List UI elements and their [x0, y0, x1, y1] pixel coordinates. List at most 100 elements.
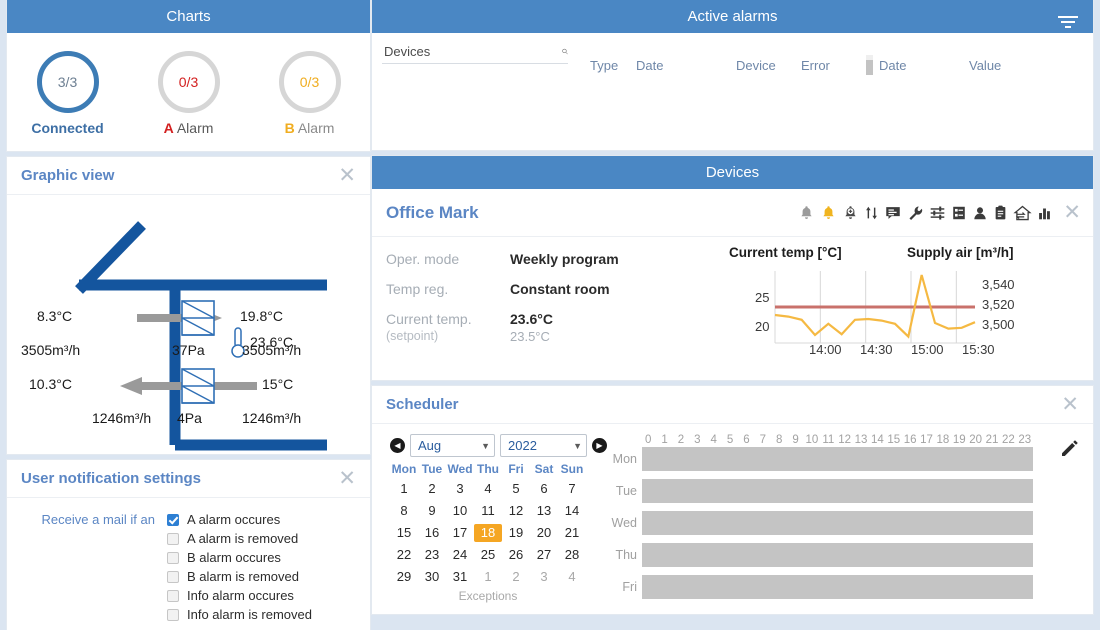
active-alarms-panel: Active alarms: [372, 0, 1093, 150]
calendar-day[interactable]: 12: [502, 502, 530, 520]
calendar-day[interactable]: 21: [558, 524, 586, 542]
comment-icon[interactable]: [884, 204, 902, 222]
edit-pencil-icon[interactable]: [1059, 438, 1079, 461]
timeline-bar[interactable]: [642, 575, 1033, 599]
column-header-value[interactable]: Value: [969, 58, 1001, 73]
filter-icon[interactable]: [1057, 9, 1079, 42]
calendar-day[interactable]: 22: [390, 546, 418, 564]
timeline-hour-label: 6: [738, 434, 754, 446]
next-month-button[interactable]: ▶: [592, 438, 607, 453]
year-select[interactable]: 2022 ▼: [500, 434, 587, 457]
calendar-weeks: 1234567891011121314151617181920212223242…: [390, 480, 607, 586]
calendar-day[interactable]: 30: [418, 568, 446, 586]
prev-month-button[interactable]: ◀: [390, 438, 405, 453]
notification-option[interactable]: A alarm occures: [167, 510, 312, 529]
calendar-day[interactable]: 16: [418, 524, 446, 542]
calendar-day[interactable]: 23: [418, 546, 446, 564]
timeline-bar[interactable]: [642, 479, 1033, 503]
calendar-day[interactable]: 15: [390, 524, 418, 542]
calendar-day[interactable]: 4: [474, 480, 502, 498]
notification-option[interactable]: Info alarm occures: [167, 586, 312, 605]
scrollbar-thumb[interactable]: [866, 55, 873, 75]
calendar-day[interactable]: 13: [530, 502, 558, 520]
device-name: Office Mark: [386, 203, 798, 223]
checkbox-info-alarm-removed[interactable]: [167, 609, 179, 621]
calendar-day[interactable]: 3: [530, 568, 558, 586]
timeline-hour-label: 7: [755, 434, 771, 446]
xtick-1530: 15:30: [962, 342, 995, 357]
server-icon[interactable]: [951, 204, 967, 222]
info-value-current-temp: 23.6°C: [510, 311, 553, 327]
checkbox-a-alarm-occures[interactable]: [167, 514, 179, 526]
month-select[interactable]: Aug ▼: [410, 434, 495, 457]
timeline-bar[interactable]: [642, 543, 1033, 567]
calendar-day[interactable]: 19: [502, 524, 530, 542]
calendar-day[interactable]: 3: [446, 480, 474, 498]
notification-checkbox-list: A alarm occures A alarm is removed B ala…: [167, 510, 312, 624]
column-header-device[interactable]: Device: [736, 58, 801, 73]
calendar-day[interactable]: 10: [446, 502, 474, 520]
notification-option[interactable]: B alarm occures: [167, 548, 312, 567]
calendar-day[interactable]: 24: [446, 546, 474, 564]
calendar-day[interactable]: 31: [446, 568, 474, 586]
notification-option[interactable]: A alarm is removed: [167, 529, 312, 548]
bell-alert-icon[interactable]: [820, 204, 837, 222]
device-search[interactable]: [382, 43, 568, 64]
checkbox-b-alarm-occures[interactable]: [167, 552, 179, 564]
checkbox-b-alarm-removed[interactable]: [167, 571, 179, 583]
sliders-icon[interactable]: [929, 204, 946, 222]
calendar-day[interactable]: 5: [502, 480, 530, 498]
timeline-bar[interactable]: [642, 511, 1033, 535]
gauge-b-alarm[interactable]: 0/3 B Alarm: [260, 51, 360, 136]
gauge-a-alarm[interactable]: 0/3 A Alarm: [139, 51, 239, 136]
calendar-day[interactable]: 2: [418, 480, 446, 498]
calendar-day[interactable]: 9: [418, 502, 446, 520]
calendar-day[interactable]: 2: [502, 568, 530, 586]
ytick-left-20: 20: [755, 319, 769, 334]
notification-option[interactable]: Info alarm is removed: [167, 605, 312, 624]
timeline-day-label: Fri: [607, 580, 642, 594]
calendar-day[interactable]: 8: [390, 502, 418, 520]
notification-option[interactable]: B alarm is removed: [167, 567, 312, 586]
calendar-day[interactable]: 28: [558, 546, 586, 564]
bell-add-icon[interactable]: [842, 204, 859, 222]
calendar-day[interactable]: 18: [474, 524, 502, 542]
calendar-week-row: 891011121314: [390, 502, 607, 520]
calendar-day[interactable]: 14: [558, 502, 586, 520]
gauge-connected[interactable]: 3/3 Connected: [18, 51, 118, 136]
close-icon[interactable]: ✕: [338, 165, 356, 186]
clipboard-icon[interactable]: [993, 204, 1008, 222]
calendar-day[interactable]: 26: [502, 546, 530, 564]
search-input[interactable]: [382, 43, 562, 60]
calendar-day[interactable]: 4: [558, 568, 586, 586]
house-exchange-icon[interactable]: [1013, 204, 1032, 222]
mini-chart-svg: [717, 265, 1077, 370]
column-header-type[interactable]: Type: [590, 58, 636, 73]
close-icon[interactable]: ✕: [338, 468, 356, 489]
calendar-day[interactable]: 11: [474, 502, 502, 520]
calendar-day[interactable]: 27: [530, 546, 558, 564]
calendar-day[interactable]: 1: [390, 480, 418, 498]
checkbox-a-alarm-removed[interactable]: [167, 533, 179, 545]
calendar-day[interactable]: 29: [390, 568, 418, 586]
timeline-rows: MonTueWedThuFri: [607, 446, 1083, 600]
search-icon[interactable]: [562, 44, 568, 59]
calendar-day[interactable]: 20: [530, 524, 558, 542]
calendar-day[interactable]: 1: [474, 568, 502, 586]
sort-updown-icon[interactable]: [864, 204, 879, 222]
wrench-icon[interactable]: [907, 204, 924, 222]
calendar-day[interactable]: 17: [446, 524, 474, 542]
close-icon[interactable]: ✕: [1063, 202, 1081, 223]
timeline-bar[interactable]: [642, 447, 1033, 471]
column-header-date-2[interactable]: Date: [879, 58, 969, 73]
calendar-day[interactable]: 6: [530, 480, 558, 498]
user-icon[interactable]: [972, 204, 988, 222]
close-icon[interactable]: ✕: [1061, 394, 1079, 415]
bar-chart-icon[interactable]: [1037, 204, 1052, 222]
bell-muted-icon[interactable]: [798, 204, 815, 222]
calendar-day[interactable]: 25: [474, 546, 502, 564]
calendar-day[interactable]: 7: [558, 480, 586, 498]
column-header-date[interactable]: Date: [636, 58, 736, 73]
column-header-error[interactable]: Error: [801, 58, 866, 73]
checkbox-info-alarm-occures[interactable]: [167, 590, 179, 602]
